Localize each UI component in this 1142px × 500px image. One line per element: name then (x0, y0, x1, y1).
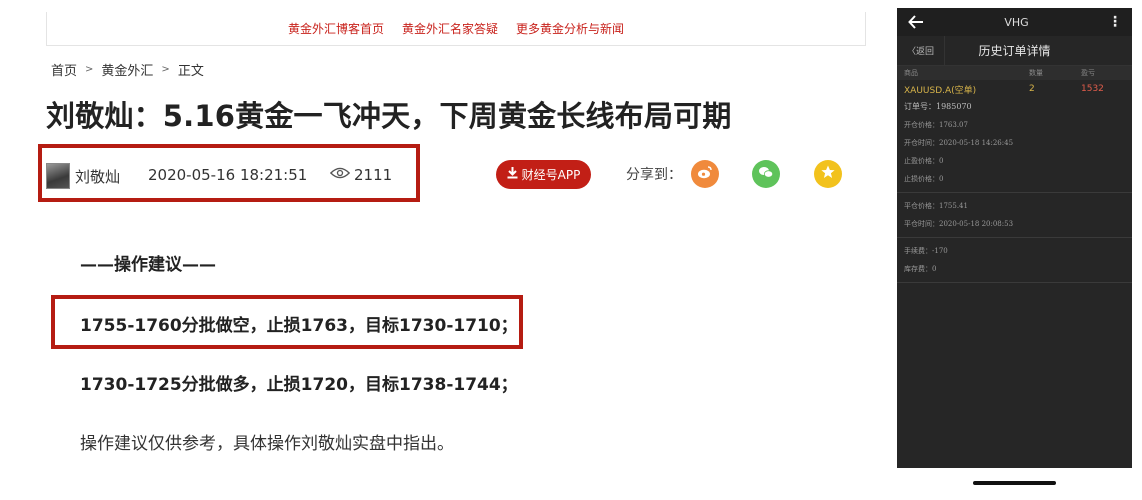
view-count: 2111 (329, 166, 393, 184)
nav-link-blog-home[interactable]: 黄金外汇博客首页 (288, 20, 384, 37)
order-quantity: 2 (1029, 84, 1035, 94)
column-profit: 盈亏 (1081, 69, 1095, 77)
breadcrumb-separator: > (161, 64, 170, 75)
section-heading: ——操作建议—— (80, 255, 216, 275)
order-detail-title: 历史订单详情 (978, 44, 1051, 58)
publish-datetime: 2020-05-16 18:21:51 (148, 166, 308, 184)
divider (897, 192, 1132, 193)
breadcrumb-separator: > (85, 64, 94, 75)
divider (897, 282, 1132, 283)
open-price: 开仓价格：1763.07 (904, 121, 968, 129)
breadcrumb-home[interactable]: 首页 (51, 60, 77, 79)
mobile-order-screenshot: VHG ⋮ 〈返回 历史订单详情 商品 数量 盈亏 XAUUSD.A(空单) 2… (897, 8, 1132, 468)
back-arrow-icon[interactable] (907, 13, 925, 31)
author-avatar[interactable] (46, 163, 70, 189)
top-navigation: 黄金外汇博客首页 黄金外汇名家答疑 更多黄金分析与新闻 (46, 12, 866, 46)
order-table-header: 商品 数量 盈亏 (897, 66, 1132, 80)
close-time: 平仓时间：2020-05-18 20:08:53 (904, 220, 1014, 228)
breadcrumb-category[interactable]: 黄金外汇 (101, 60, 153, 79)
column-quantity: 数量 (1029, 69, 1043, 77)
order-detail-header: 〈返回 历史订单详情 (897, 36, 1132, 66)
divider (897, 237, 1132, 238)
order-row: XAUUSD.A(空单) 2 1532 (897, 80, 1132, 98)
weibo-icon (697, 164, 713, 184)
more-icon[interactable]: ⋮ (1108, 14, 1122, 30)
order-symbol: XAUUSD.A(空单) (904, 85, 977, 96)
home-indicator (973, 481, 1056, 485)
disclaimer-text: 操作建议仅供参考，具体操作刘敬灿实盘中指出。 (80, 434, 454, 454)
wechat-icon (758, 164, 774, 184)
app-download-button[interactable]: 财经号APP (496, 160, 591, 189)
order-number: 订单号：1985070 (904, 102, 972, 111)
download-icon (507, 167, 518, 182)
app-download-label: 财经号APP (521, 168, 581, 182)
author-name[interactable]: 刘敬灿 (75, 166, 120, 187)
nav-link-more-news[interactable]: 更多黄金分析与新闻 (516, 20, 624, 37)
share-label: 分享到： (626, 167, 682, 183)
share-wechat-button[interactable] (752, 160, 780, 188)
share-favorite-button[interactable] (814, 160, 842, 188)
stop-loss-price: 止损价格：0 (904, 175, 944, 183)
star-icon (820, 164, 836, 184)
close-price: 平仓价格：1755.41 (904, 202, 968, 210)
swap-fee: 库存费：0 (904, 265, 937, 273)
eye-icon (329, 166, 351, 184)
share-weibo-button[interactable] (691, 160, 719, 188)
order-profit: 1532 (1081, 84, 1104, 94)
mobile-back-button[interactable]: 〈返回 (897, 36, 945, 65)
open-time: 开仓时间：2020-05-18 14:26:45 (904, 139, 1014, 147)
column-product: 商品 (904, 69, 918, 77)
mobile-app-bar: VHG ⋮ (897, 8, 1132, 36)
view-count-value: 2111 (354, 166, 393, 184)
mobile-app-name: VHG (1004, 15, 1029, 29)
breadcrumb: 首页 > 黄金外汇 > 正文 (51, 60, 204, 79)
trade-advice-long: 1730-1725分批做多，止损1720，目标1738-1744； (80, 375, 518, 395)
take-profit-price: 止盈价格：0 (904, 157, 944, 165)
trade-advice-short: 1755-1760分批做空，止损1763，目标1730-1710； (80, 316, 518, 336)
commission-fee: 手续费：-170 (904, 247, 948, 255)
nav-link-expert-qa[interactable]: 黄金外汇名家答疑 (402, 20, 498, 37)
breadcrumb-current: 正文 (177, 64, 204, 79)
article-title: 刘敬灿：5.16黄金一飞冲天，下周黄金长线布局可期 (46, 99, 732, 133)
